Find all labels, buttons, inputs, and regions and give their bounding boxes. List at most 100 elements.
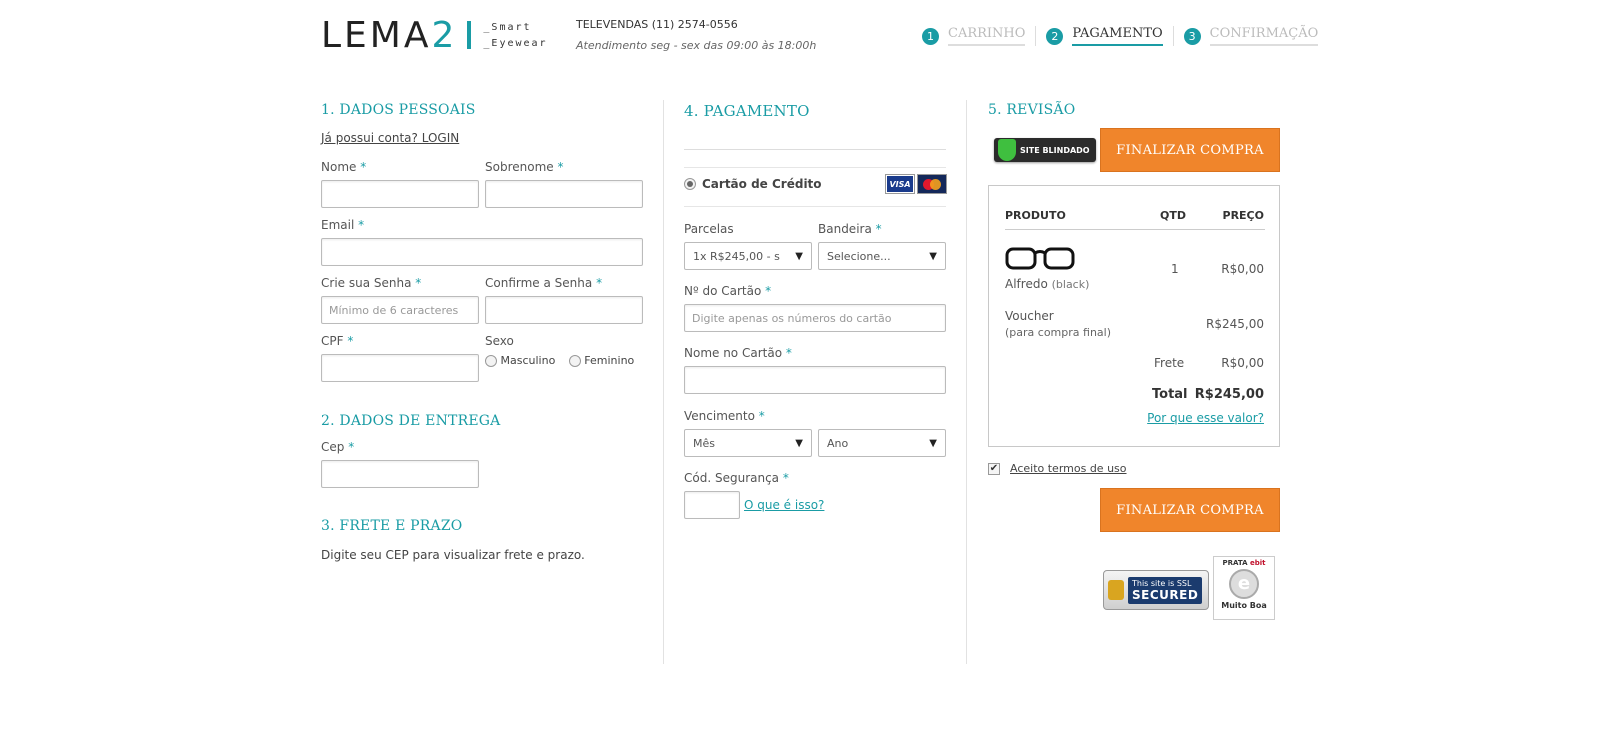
card-name-input[interactable]	[684, 366, 946, 394]
glasses-icon	[1005, 246, 1075, 276]
dropdown-arrow-icon: ▼	[795, 437, 803, 449]
column-divider	[663, 100, 664, 664]
sobrenome-label: Sobrenome	[485, 160, 554, 174]
nome-label: Nome	[321, 160, 357, 174]
service-hours: Atendimento seg - sex das 09:00 às 18:00…	[576, 39, 817, 52]
cpf-input[interactable]	[321, 354, 479, 382]
voucher-price: R$245,00	[1206, 317, 1264, 331]
senha-input[interactable]: Mínimo de 6 caracteres	[321, 296, 479, 324]
login-link[interactable]: Já possui conta? LOGIN	[321, 131, 459, 145]
bandeira-label: Bandeira	[818, 222, 872, 236]
mes-value: Mês	[693, 436, 715, 450]
frete-value: R$0,00	[1221, 356, 1264, 370]
nome-group: Nome *	[321, 160, 479, 208]
required-mark: *	[758, 409, 765, 423]
section-title-personal: 1. DADOS PESSOAIS	[321, 102, 476, 118]
vencimento-group: Vencimento * Mês ▼ Ano ▼	[684, 409, 946, 457]
ebit-rating: Muito Boa	[1221, 601, 1267, 610]
step-label: CARRINHO	[948, 26, 1026, 46]
required-mark: *	[782, 471, 789, 485]
dropdown-arrow-icon: ▼	[795, 250, 803, 262]
dropdown-arrow-icon: ▼	[929, 437, 937, 449]
logo-number: 2	[431, 15, 458, 56]
padlock-icon	[1108, 580, 1124, 600]
step-label: CONFIRMAÇÃO	[1209, 26, 1319, 46]
email-input[interactable]	[321, 238, 643, 266]
card-number-input[interactable]: Digite apenas os números do cartão	[684, 304, 946, 332]
step-carrinho[interactable]: 1 CARRINHO	[912, 26, 1035, 46]
parcelas-select[interactable]: 1x R$245,00 - s ▼	[684, 242, 812, 270]
bandeira-group: Bandeira * Selecione... ▼	[818, 222, 946, 270]
required-mark: *	[875, 222, 882, 236]
feminino-label: Feminino	[584, 354, 635, 367]
blindado-label: SITE BLINDADO	[1020, 145, 1090, 155]
nome-input[interactable]	[321, 180, 479, 208]
mastercard-icon	[918, 175, 946, 193]
order-summary: PRODUTO QTD PREÇO Alfredo (black) 1 R$0,…	[988, 185, 1280, 447]
logo-tagline-2: _Eyewear	[483, 38, 548, 49]
item-qty: 1	[1171, 262, 1179, 276]
frete-label: Frete	[1154, 356, 1185, 370]
dropdown-arrow-icon: ▼	[929, 250, 937, 262]
section-title-review: 5. REVISÃO	[988, 102, 1076, 118]
email-label: Email	[321, 218, 355, 232]
ebit-e-icon: e	[1229, 569, 1259, 599]
step-confirmacao[interactable]: 3 CONFIRMAÇÃO	[1174, 26, 1329, 46]
site-blindado-badge[interactable]: SITE BLINDADO	[994, 138, 1096, 162]
divider	[684, 167, 946, 168]
confirma-senha-label: Confirme a Senha	[485, 276, 593, 290]
senha-placeholder: Mínimo de 6 caracteres	[329, 303, 459, 317]
ssl-line1: This site is SSL	[1132, 578, 1192, 588]
bandeira-select[interactable]: Selecione... ▼	[818, 242, 946, 270]
step-number: 2	[1046, 27, 1064, 45]
cpf-label: CPF	[321, 334, 344, 348]
ebit-badge: PRATA ebit e Muito Boa	[1213, 556, 1275, 620]
radio-masculino[interactable]	[485, 355, 497, 367]
senha-label: Crie sua Senha	[321, 276, 412, 290]
sobrenome-group: Sobrenome *	[485, 160, 643, 208]
parcelas-label: Parcelas	[684, 222, 734, 236]
sexo-label: Sexo	[485, 334, 514, 348]
mes-select[interactable]: Mês ▼	[684, 429, 812, 457]
ebit-brand: ebit	[1249, 559, 1266, 567]
total-label: Total	[1152, 387, 1188, 402]
step-number: 3	[1183, 27, 1201, 45]
header-price: PREÇO	[1222, 209, 1264, 222]
cep-input[interactable]	[321, 460, 479, 488]
credit-card-option[interactable]: Cartão de Crédito VISA	[684, 175, 946, 193]
cep-label: Cep	[321, 440, 345, 454]
cvv-label: Cód. Segurança	[684, 471, 780, 485]
required-mark: *	[557, 160, 564, 174]
price-info-link[interactable]: Por que esse valor?	[1147, 411, 1264, 425]
cpf-group: CPF *	[321, 334, 479, 382]
logo-tagline-1: _Smart	[483, 22, 532, 33]
finalize-button-top[interactable]: FINALIZAR COMPRA	[1100, 128, 1280, 172]
cvv-input[interactable]	[684, 491, 740, 519]
step-pagamento[interactable]: 2 PAGAMENTO	[1036, 26, 1172, 46]
radio-credit-card[interactable]	[684, 178, 696, 190]
ano-select[interactable]: Ano ▼	[818, 429, 946, 457]
step-label: PAGAMENTO	[1072, 26, 1163, 46]
sexo-group: Sexo Masculino Feminino	[485, 334, 643, 367]
cvv-help-link[interactable]: O que é isso?	[744, 498, 824, 512]
section-title-payment: 4. PAGAMENTO	[684, 102, 810, 120]
step-number: 1	[922, 27, 939, 45]
required-mark: *	[765, 284, 772, 298]
logo[interactable]: LEMA2 _Smart _Eyewear	[321, 18, 548, 54]
confirma-senha-group: Confirme a Senha *	[485, 276, 643, 324]
radio-feminino[interactable]	[568, 355, 581, 367]
required-mark: *	[785, 346, 792, 360]
item-name: Alfredo	[1005, 277, 1048, 291]
phone-number: TELEVENDAS (11) 2574-0556	[576, 18, 738, 31]
terms-checkbox[interactable]: ✔	[988, 462, 1000, 475]
visa-icon: VISA	[886, 175, 914, 193]
email-group: Email *	[321, 218, 643, 266]
ssl-line2: SECURED	[1132, 587, 1199, 602]
confirma-senha-input[interactable]	[485, 296, 643, 324]
item-price: R$0,00	[1221, 262, 1264, 276]
sobrenome-input[interactable]	[485, 180, 643, 208]
card-number-group: Nº do Cartão * Digite apenas os números …	[684, 284, 946, 332]
finalize-button-bottom[interactable]: FINALIZAR COMPRA	[1100, 488, 1280, 532]
vencimento-label: Vencimento	[684, 409, 755, 423]
terms-link[interactable]: Aceito termos de uso	[1010, 462, 1127, 475]
